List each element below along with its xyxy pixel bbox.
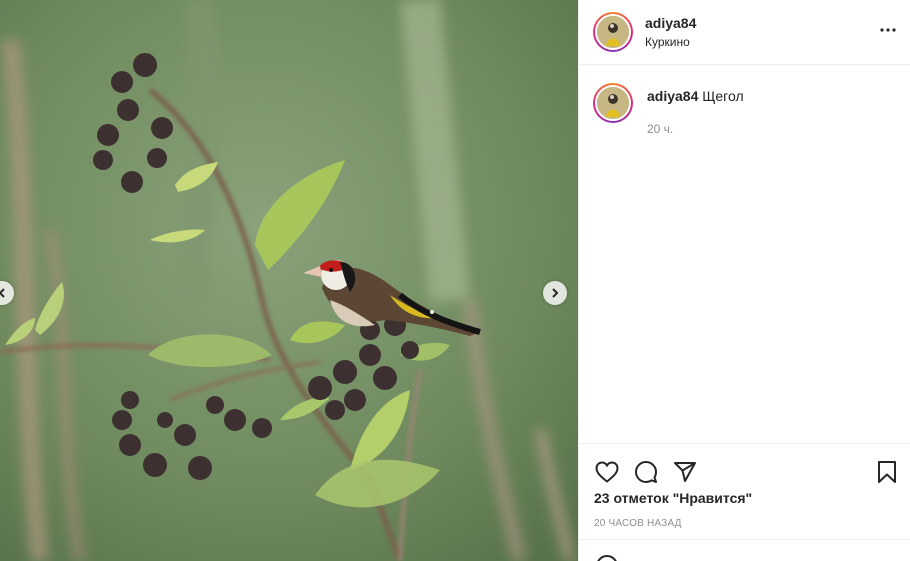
caption-text: Щегол [702,88,744,104]
emoji-icon[interactable] [595,554,619,561]
chevron-right-icon [552,288,559,298]
story-ring[interactable] [593,12,633,52]
chevron-left-icon [0,288,5,298]
caption-body: adiya84 Щегол 20 ч. [647,83,744,138]
avatar-image [597,87,629,119]
paper-plane-icon [674,462,696,482]
next-photo-button[interactable] [543,281,567,305]
header-text: adiya84 Куркино [645,15,696,49]
post-username[interactable]: adiya84 [645,15,696,31]
post-photo [0,0,578,561]
post-actions: 23 отметок "Нравится" 20 часов назад [579,443,910,561]
more-options-button[interactable] [878,20,898,40]
comment-button[interactable] [632,458,660,486]
save-button[interactable] [873,458,901,486]
caption-username[interactable]: adiya84 [647,88,698,104]
post-header: adiya84 Куркино [579,0,910,65]
instagram-post: adiya84 Куркино adiya84 Щегол 20 ч. 23 о… [0,0,910,561]
caption: adiya84 Щегол 20 ч. [579,65,910,156]
caption-time[interactable]: 20 ч. [647,120,744,138]
share-button[interactable] [671,458,699,486]
post-media[interactable] [0,0,578,561]
heart-icon [595,461,619,483]
likes-count[interactable]: 23 отметок "Нравится" [579,490,910,506]
caption-avatar[interactable] [595,85,631,121]
avatar[interactable] [595,14,631,50]
action-icons [579,444,910,490]
like-button[interactable] [593,458,621,486]
comment-bar [579,539,910,561]
post-side-panel: adiya84 Куркино adiya84 Щегол 20 ч. 23 о… [578,0,910,561]
post-location[interactable]: Куркино [645,35,696,49]
post-date[interactable]: 20 часов назад [579,518,910,529]
more-options-icon [880,28,896,32]
comment-icon [635,461,657,483]
caption-story-ring[interactable] [593,83,633,123]
bookmark-icon [878,461,896,483]
avatar-image [597,16,629,48]
